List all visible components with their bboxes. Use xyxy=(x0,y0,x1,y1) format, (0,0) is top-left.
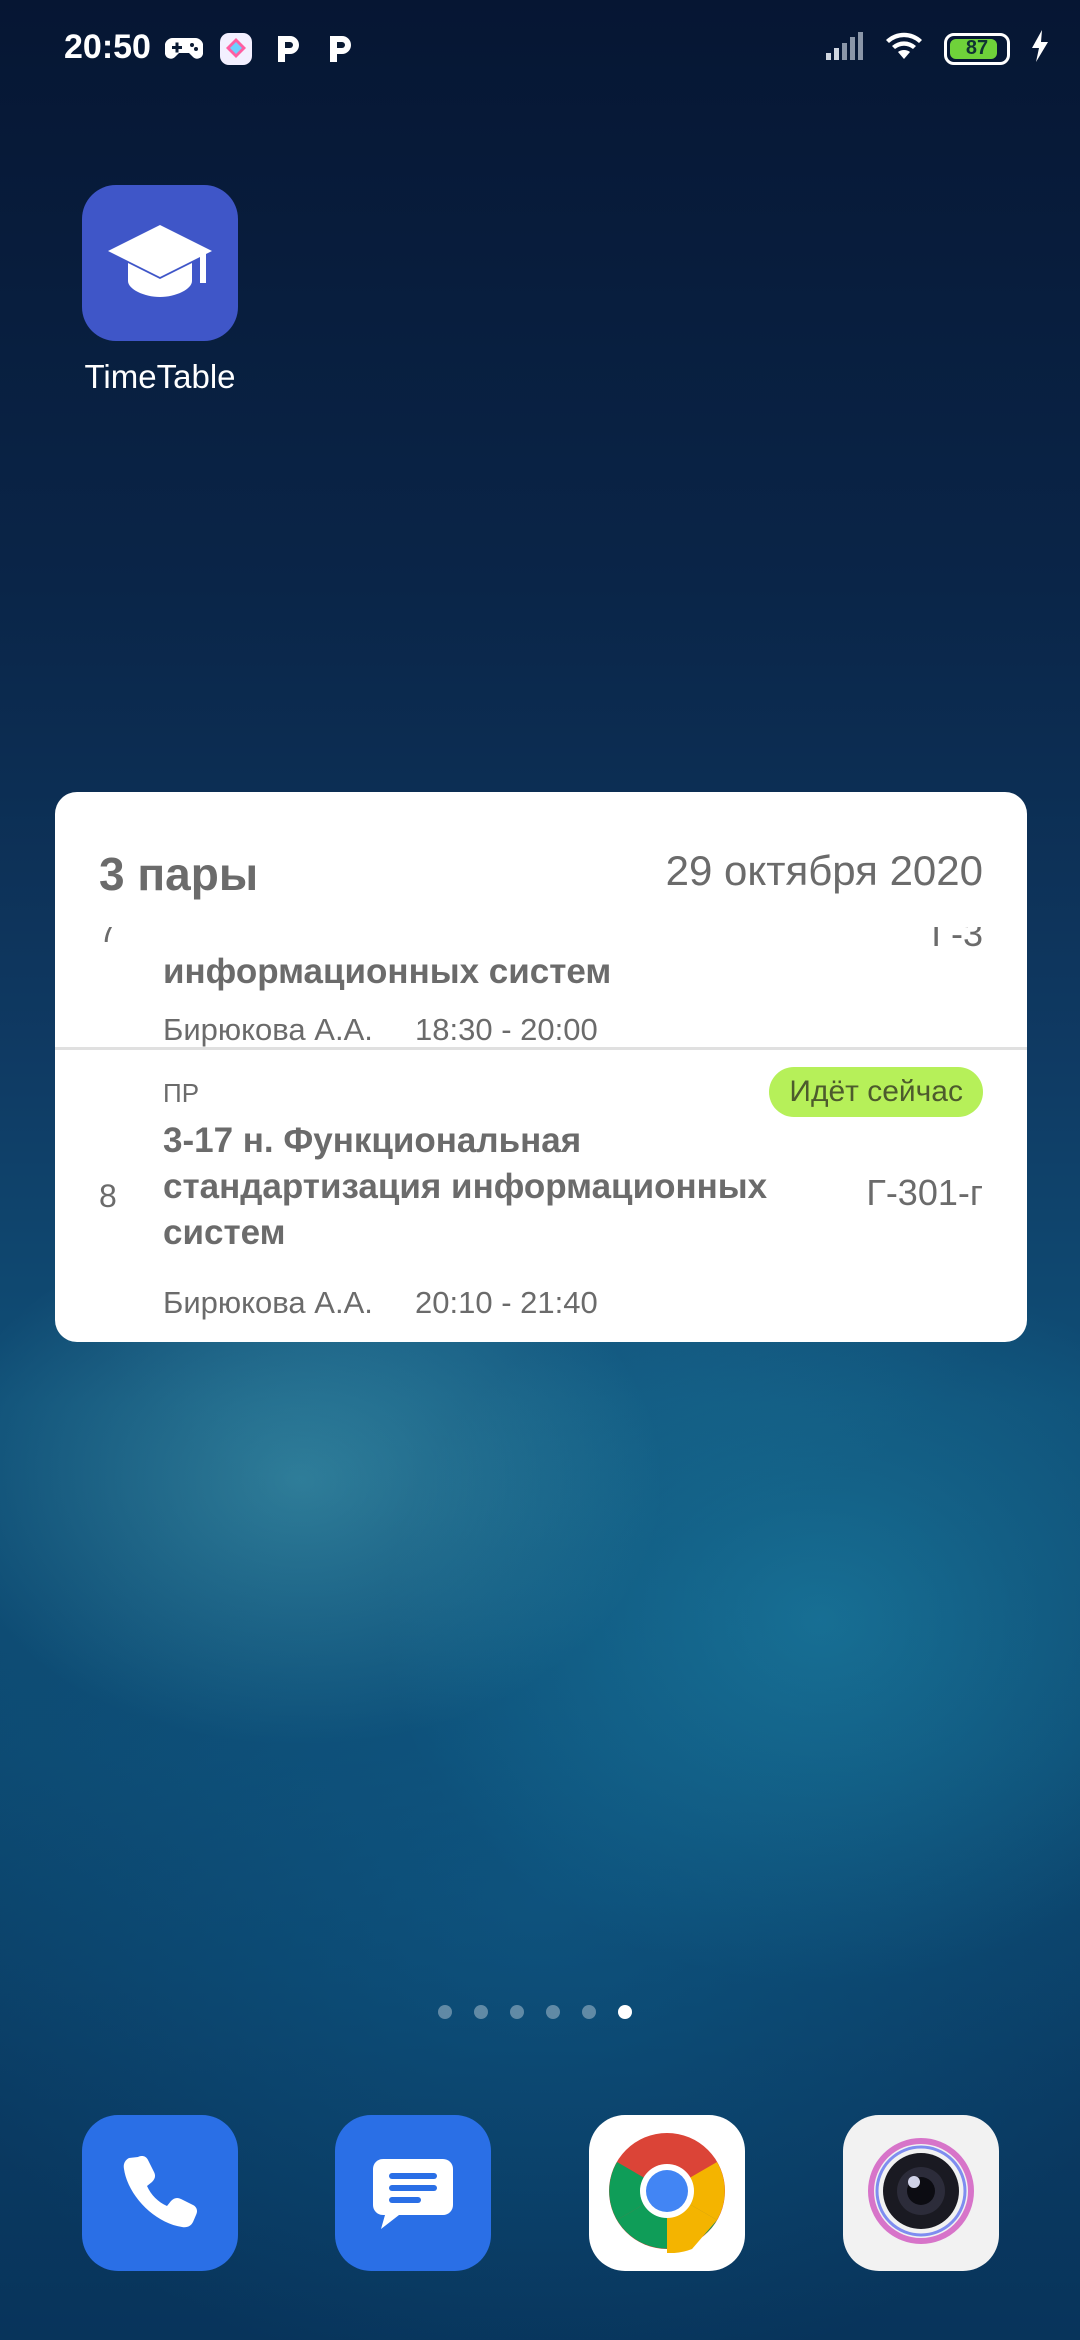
camera-app-icon[interactable] xyxy=(843,2115,999,2271)
page-dot[interactable] xyxy=(546,2005,560,2019)
lesson-title-line: 3-17 н. Функциональная xyxy=(163,1121,582,1160)
lesson-room: Г-3 xyxy=(931,927,983,954)
lesson-item[interactable]: 7 Г-3 информационных систем Бирюкова А.А… xyxy=(55,927,1027,1049)
signal-icon xyxy=(824,31,864,66)
lesson-title-line: систем xyxy=(163,1213,286,1252)
phone-icon xyxy=(112,2143,208,2244)
wifi-icon xyxy=(884,30,924,67)
chrome-icon xyxy=(605,2129,729,2258)
charging-bolt-icon xyxy=(1030,30,1050,67)
status-bar: 20:50 87 xyxy=(0,0,1080,100)
lesson-title-line: стандартизация информационных xyxy=(163,1167,768,1206)
status-notification-icons xyxy=(165,30,359,68)
messages-app-icon[interactable] xyxy=(335,2115,491,2271)
now-badge: Идёт сейчас xyxy=(769,1067,983,1117)
lesson-teacher: Бирюкова А.А. xyxy=(163,1012,373,1047)
launcher-app-icon xyxy=(217,30,255,68)
p-app-icon xyxy=(269,30,307,68)
lesson-title: 3-17 н. Функциональная стандартизация ин… xyxy=(163,1118,767,1256)
page-dot[interactable] xyxy=(510,2005,524,2019)
camera-icon xyxy=(866,2136,976,2251)
widget-date: 29 октября 2020 xyxy=(665,847,983,894)
lesson-teacher: Бирюкова А.А. xyxy=(163,1285,373,1320)
lesson-item-current[interactable]: ПР Идёт сейчас 8 3-17 н. Функциональная … xyxy=(55,1050,1027,1342)
battery-indicator: 87 xyxy=(944,32,1010,65)
page-indicator[interactable] xyxy=(438,2005,632,2019)
timetable-widget[interactable]: 3 пары 29 октября 2020 7 Г-3 информацион… xyxy=(55,792,1027,1342)
lesson-room: Г-301-г xyxy=(866,1172,983,1213)
graduation-cap-icon xyxy=(104,219,216,308)
p-app-icon xyxy=(321,30,359,68)
status-system-icons: 87 xyxy=(824,30,1050,67)
battery-level: 87 xyxy=(965,37,989,59)
page-dot[interactable] xyxy=(438,2005,452,2019)
lesson-number: 7 xyxy=(99,927,117,949)
page-dot-active[interactable] xyxy=(618,2005,632,2019)
gamepad-icon xyxy=(165,30,203,68)
page-dot[interactable] xyxy=(474,2005,488,2019)
widget-title: 3 пары xyxy=(99,848,259,900)
page-dot[interactable] xyxy=(582,2005,596,2019)
lesson-number: 8 xyxy=(99,1178,117,1214)
timetable-app-icon[interactable] xyxy=(82,185,238,341)
widget-header: 3 пары 29 октября 2020 xyxy=(55,792,1027,922)
lesson-time: 18:30 - 20:00 xyxy=(415,1012,598,1047)
lesson-list[interactable]: 7 Г-3 информационных систем Бирюкова А.А… xyxy=(55,927,1027,1342)
status-time: 20:50 xyxy=(64,28,151,66)
phone-app-icon[interactable] xyxy=(82,2115,238,2271)
timetable-app-label: TimeTable xyxy=(84,358,236,395)
messages-icon xyxy=(363,2143,463,2244)
lesson-time: 20:10 - 21:40 xyxy=(415,1285,598,1320)
chrome-app-icon[interactable] xyxy=(589,2115,745,2271)
lesson-type: ПР xyxy=(163,1078,200,1108)
lesson-title: информационных систем xyxy=(163,952,612,991)
